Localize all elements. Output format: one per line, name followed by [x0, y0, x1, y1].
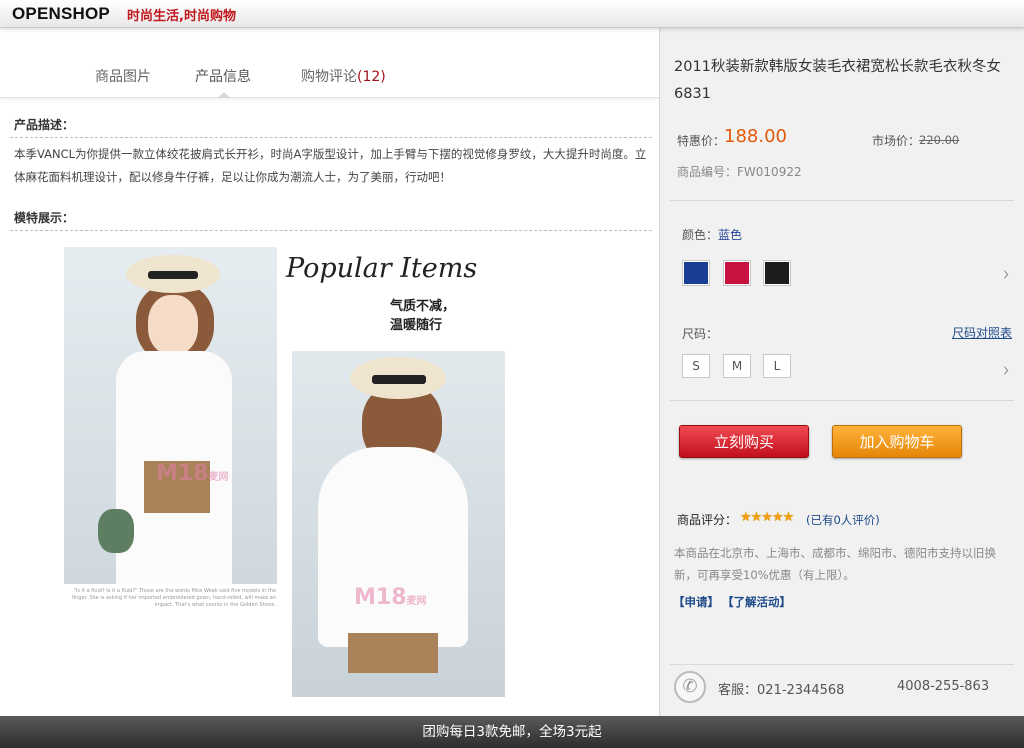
- market-price-label: 市场价：: [872, 134, 921, 148]
- tagline-line-2: 温暖随行: [390, 318, 443, 333]
- cardigan-shape: [318, 447, 468, 647]
- fine-print: "Is it a fluid? Is it a fluid?" Those ar…: [71, 588, 276, 608]
- color-swatch-blue[interactable]: [682, 260, 710, 286]
- special-price-label: 特惠价：: [677, 134, 726, 148]
- phone-icon: ✆: [674, 671, 706, 703]
- tagline-line-1: 气质不减，: [390, 299, 456, 314]
- color-row: 颜色：蓝色: [682, 226, 742, 243]
- hat-band: [372, 375, 426, 384]
- watermark: M18麦网: [156, 461, 229, 486]
- brand-slogan: 时尚生活,时尚购物: [127, 9, 236, 24]
- model-photo-front: M18麦网: [64, 247, 277, 584]
- tagline: 气质不减， 温暖随行: [390, 297, 455, 335]
- color-more-chevron-icon[interactable]: ›: [1003, 261, 1009, 286]
- tab-product-images[interactable]: 商品图片: [95, 66, 151, 86]
- star-rating-icon: ★★★★★: [740, 510, 794, 525]
- divider: [670, 664, 1014, 665]
- learn-activity-link[interactable]: 【了解活动】: [722, 594, 791, 610]
- product-image[interactable]: M18麦网 "Is it a fluid? Is it a fluid?" Th…: [64, 247, 514, 716]
- apply-link[interactable]: 【申请】: [673, 594, 719, 610]
- selected-color: 蓝色: [718, 228, 743, 242]
- add-to-cart-button[interactable]: 加入购物车: [832, 425, 962, 458]
- divider: [10, 137, 652, 138]
- review-count: (12): [357, 69, 386, 85]
- skirt-shape: [348, 633, 438, 673]
- market-price: 220.00: [919, 133, 960, 147]
- hotline-number: 4008-255-863: [897, 679, 990, 694]
- model-photo-back: M18麦网: [292, 351, 505, 697]
- divider: [10, 230, 652, 231]
- active-tab-indicator: [218, 92, 230, 98]
- divider: [670, 400, 1014, 401]
- divider: [670, 200, 1014, 201]
- special-price: 188.00: [724, 126, 787, 147]
- tab-reviews[interactable]: 购物评论(12): [301, 66, 386, 86]
- trade-in-promo-text: 本商品在北京市、上海市、成都市、绵阳市、德阳市支持以旧换新，可再享受10%优惠（…: [674, 546, 996, 582]
- customer-service: 客服：021-2344568: [718, 679, 844, 698]
- bag-shape: [98, 509, 134, 553]
- popular-items-heading: Popular Items: [286, 253, 478, 284]
- service-phone: 021-2344568: [757, 683, 845, 698]
- size-chart-link[interactable]: 尺码对照表: [952, 324, 1012, 341]
- color-swatch-black[interactable]: [763, 260, 791, 286]
- description-title: 产品描述：: [14, 118, 75, 132]
- product-detail-pane: 商品图片 产品信息 购物评论(12) 产品描述： 本季VANCL为你提供一款立体…: [0, 28, 659, 716]
- rating-count-link[interactable]: (已有0人评价): [806, 512, 880, 528]
- color-label: 颜色：: [682, 228, 719, 242]
- watermark: M18麦网: [354, 585, 427, 610]
- detail-tabs: 商品图片 产品信息 购物评论(12): [0, 28, 659, 98]
- top-bar: OPENSHOP 时尚生活,时尚购物: [0, 0, 1024, 28]
- size-option-l[interactable]: L: [763, 354, 791, 378]
- sku: 商品编号：FW010922: [677, 165, 802, 179]
- rating-label: 商品评分：: [677, 513, 738, 527]
- product-title: 2011秋装新款韩版女装毛衣裙宽松长款毛衣秋冬女6831: [674, 59, 1001, 102]
- purchase-panel: 2011秋装新款韩版女装毛衣裙宽松长款毛衣秋冬女6831 特惠价： 188.00…: [659, 28, 1024, 716]
- hat-band: [148, 271, 198, 279]
- tab-product-info[interactable]: 产品信息: [195, 66, 251, 86]
- color-swatch-red[interactable]: [723, 260, 751, 286]
- size-option-m[interactable]: M: [723, 354, 751, 378]
- brand-logo[interactable]: OPENSHOP: [12, 4, 110, 24]
- model-title: 模特展示：: [14, 211, 75, 225]
- buy-now-button[interactable]: 立刻购买: [679, 425, 809, 458]
- promo-bottom-bar[interactable]: 团购每日3款免邮，全场3元起: [0, 716, 1024, 748]
- service-label: 客服：: [718, 683, 758, 698]
- face-shape: [148, 295, 198, 355]
- size-more-chevron-icon[interactable]: ›: [1003, 357, 1009, 382]
- description-text: 本季VANCL为你提供一款立体绞花披肩式长开衫，时尚A字版型设计，加上手臂与下摆…: [14, 147, 647, 184]
- size-label: 尺码：: [682, 327, 719, 341]
- tab-reviews-label: 购物评论: [301, 69, 357, 85]
- size-option-s[interactable]: S: [682, 354, 710, 378]
